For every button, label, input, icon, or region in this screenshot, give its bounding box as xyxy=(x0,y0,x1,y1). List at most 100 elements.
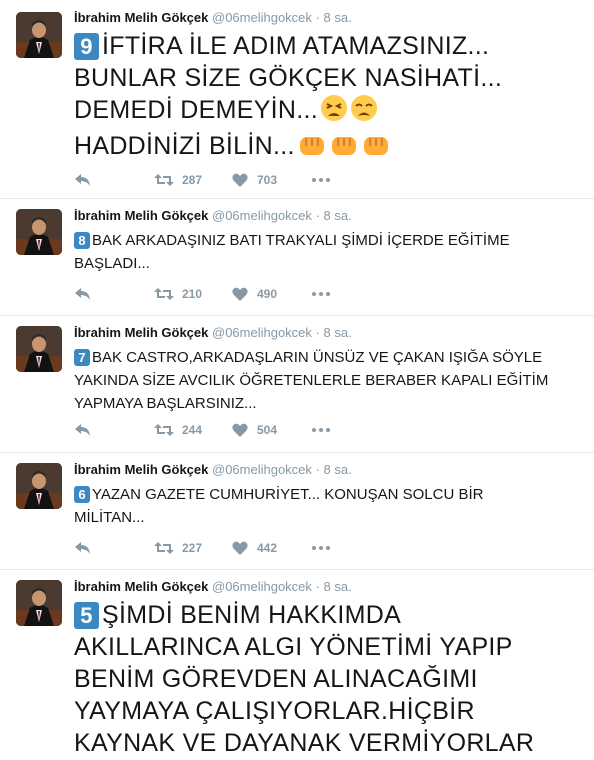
tweet-actions: 227 442 xyxy=(74,538,330,558)
tweet-item[interactable]: İbrahim Melih Gökçek @06melihgokcek · 8 … xyxy=(0,0,594,199)
retweet-icon xyxy=(154,288,174,300)
retweet-count: 227 xyxy=(182,541,203,555)
retweet-count: 244 xyxy=(182,423,203,437)
author-handle[interactable]: @06melihgokcek xyxy=(212,325,312,340)
reply-button[interactable] xyxy=(74,541,154,555)
more-icon xyxy=(312,428,330,432)
retweet-button[interactable]: 244 xyxy=(154,423,232,437)
tweet-header: İbrahim Melih Gökçek @06melihgokcek · 8 … xyxy=(74,462,582,478)
avatar[interactable] xyxy=(16,580,62,626)
retweet-icon xyxy=(154,542,174,554)
tweet-header: İbrahim Melih Gökçek @06melihgokcek · 8 … xyxy=(74,579,582,595)
retweet-count: 210 xyxy=(182,287,203,301)
author-name[interactable]: İbrahim Melih Gökçek xyxy=(74,208,208,223)
more-button[interactable] xyxy=(312,292,330,296)
avatar[interactable] xyxy=(16,463,62,509)
heart-icon xyxy=(232,541,248,555)
tweet-header: İbrahim Melih Gökçek @06melihgokcek · 8 … xyxy=(74,10,582,26)
tweet-line: YAPMAYA BAŞLARSINIZ... xyxy=(74,395,257,412)
tweet-text: 9 İFTİRA İLE ADIM ATAMAZSINIZ... BUNLAR S… xyxy=(74,30,582,166)
heart-icon xyxy=(232,173,248,187)
keycap-number: 7 xyxy=(74,349,90,366)
tweet-actions: 244 504 xyxy=(74,420,330,440)
tweet-header: İbrahim Melih Gökçek @06melihgokcek · 8 … xyxy=(74,208,582,224)
more-button[interactable] xyxy=(312,428,330,432)
timestamp[interactable]: 8 sa. xyxy=(324,579,352,594)
like-count: 703 xyxy=(257,173,278,187)
retweet-button[interactable]: 227 xyxy=(154,541,232,555)
tweet-line: DEMEDİ DEMEYİN... xyxy=(74,96,319,124)
timestamp[interactable]: 8 sa. xyxy=(324,325,352,340)
author-handle[interactable]: @06melihgokcek xyxy=(212,462,312,477)
separator-dot: · xyxy=(315,579,320,594)
avatar[interactable] xyxy=(16,209,62,255)
retweet-button[interactable]: 210 xyxy=(154,287,232,301)
tweet-item[interactable]: İbrahim Melih Gökçek @06melihgokcek · 8 … xyxy=(0,453,594,570)
more-icon xyxy=(312,292,330,296)
more-icon xyxy=(312,546,330,550)
tweet-item[interactable]: İbrahim Melih Gökçek @06melihgokcek · 8 … xyxy=(0,316,594,453)
avatar[interactable] xyxy=(16,12,62,58)
tweet-line: BUNLAR SİZE GÖKÇEK NASİHATİ... xyxy=(74,64,503,92)
tweet-actions: 287 703 xyxy=(74,170,330,190)
heart-icon xyxy=(232,423,248,437)
author-handle[interactable]: @06melihgokcek xyxy=(212,579,312,594)
retweet-count: 287 xyxy=(182,173,203,187)
author-name[interactable]: İbrahim Melih Gökçek xyxy=(74,462,208,477)
keycap-number: 5 xyxy=(74,602,99,629)
tweet-line: MİLİTAN... xyxy=(74,509,145,526)
keycap-number: 8 xyxy=(74,232,90,249)
tweet-line: BAŞLADI... xyxy=(74,255,150,272)
like-button[interactable]: 442 xyxy=(232,541,312,555)
more-button[interactable] xyxy=(312,546,330,550)
tweet-line: İFTİRA İLE ADIM ATAMAZSINIZ... xyxy=(102,32,490,60)
like-button[interactable]: 703 xyxy=(232,173,312,187)
tweet-line: YAZAN GAZETE CUMHURİYET... KONUŞAN SOLCU… xyxy=(92,486,484,503)
like-button[interactable]: 504 xyxy=(232,423,312,437)
author-name[interactable]: İbrahim Melih Gökçek xyxy=(74,10,208,25)
timestamp[interactable]: 8 sa. xyxy=(324,208,352,223)
tweet-line: HADDİNİZİ BİLİN... xyxy=(74,132,295,160)
tweet-feed: İbrahim Melih Gökçek @06melihgokcek · 8 … xyxy=(0,0,594,760)
tired-face-emoji xyxy=(320,94,348,130)
author-handle[interactable]: @06melihgokcek xyxy=(212,10,312,25)
reply-button[interactable] xyxy=(74,423,154,437)
retweet-icon xyxy=(154,424,174,436)
author-name[interactable]: İbrahim Melih Gökçek xyxy=(74,579,208,594)
fist-emoji xyxy=(329,132,359,166)
tweet-line: YAYMAYA ÇALIŞIYORLAR.HİÇBİR xyxy=(74,697,475,725)
separator-dot: · xyxy=(315,462,320,477)
tweet-actions: 210 490 xyxy=(74,284,330,304)
tweet-line: BENİM GÖREVDEN ALINACAĞIMI xyxy=(74,665,478,693)
author-handle[interactable]: @06melihgokcek xyxy=(212,208,312,223)
tweet-text: 7 BAK CASTRO,ARKADAŞLARIN ÜNSÜZ VE ÇAKAN … xyxy=(74,346,582,415)
tweet-line: BAK CASTRO,ARKADAŞLARIN ÜNSÜZ VE ÇAKAN I… xyxy=(92,349,543,366)
tweet-text: 6 YAZAN GAZETE CUMHURİYET... KONUŞAN SOLC… xyxy=(74,483,582,529)
heart-icon xyxy=(232,287,248,301)
tweet-text: 5 ŞİMDİ BENİM HAKKIMDA AKILLARINCA ALGI Y… xyxy=(74,599,582,759)
tweet-line: KAYNAK VE DAYANAK VERMİYORLAR xyxy=(74,729,535,757)
tweet-item[interactable]: İbrahim Melih Gökçek @06melihgokcek · 8 … xyxy=(0,570,594,760)
tweet-line: AKILLARINCA ALGI YÖNETİMİ YAPIP xyxy=(74,633,513,661)
separator-dot: · xyxy=(315,325,320,340)
more-icon xyxy=(312,178,330,182)
timestamp[interactable]: 8 sa. xyxy=(324,462,352,477)
reply-button[interactable] xyxy=(74,173,154,187)
tweet-line: YAKINDA SİZE AVCILIK ÖĞRETENLERLE BERABE… xyxy=(74,372,549,389)
tweet-line: BAK ARKADAŞINIZ BATI TRAKYALI ŞİMDİ İÇER… xyxy=(92,232,510,249)
like-count: 504 xyxy=(257,423,278,437)
reply-button[interactable] xyxy=(74,287,154,301)
avatar[interactable] xyxy=(16,326,62,372)
keycap-number: 6 xyxy=(74,486,90,503)
reply-icon xyxy=(75,288,90,300)
tweet-header: İbrahim Melih Gökçek @06melihgokcek · 8 … xyxy=(74,325,582,341)
like-button[interactable]: 490 xyxy=(232,287,312,301)
more-button[interactable] xyxy=(312,178,330,182)
separator-dot: · xyxy=(315,10,320,25)
tweet-item[interactable]: İbrahim Melih Gökçek @06melihgokcek · 8 … xyxy=(0,199,594,316)
reply-icon xyxy=(75,424,90,436)
author-name[interactable]: İbrahim Melih Gökçek xyxy=(74,325,208,340)
retweet-button[interactable]: 287 xyxy=(154,173,232,187)
timestamp[interactable]: 8 sa. xyxy=(324,10,352,25)
like-count: 442 xyxy=(257,541,278,555)
